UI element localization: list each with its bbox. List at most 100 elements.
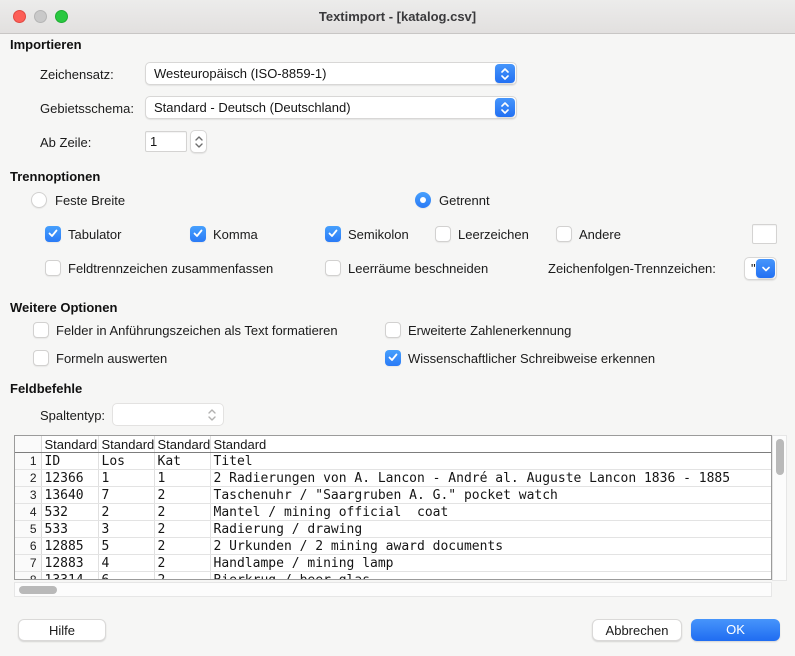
komma-checkbox[interactable]: [190, 226, 206, 242]
komma-label[interactable]: Komma: [213, 227, 258, 242]
row-number: 6: [15, 538, 41, 555]
up-down-chevron-icon: [194, 134, 204, 150]
table-cell: 1: [98, 470, 154, 487]
erweiterte-zahlenerkennung-checkbox[interactable]: [385, 322, 401, 338]
feldtrennzeichen-zusammenfassen-checkbox[interactable]: [45, 260, 61, 276]
formeln-auswerten-checkbox[interactable]: [33, 350, 49, 366]
table-cell: 7: [98, 487, 154, 504]
preview-table-body: 1IDLosKatTitel212366112 Radierungen von …: [15, 453, 772, 581]
csv-preview-table[interactable]: StandardStandardStandardStandard 1IDLosK…: [14, 435, 772, 580]
up-down-chevron-icon: [495, 98, 515, 117]
felder-als-text-checkbox[interactable]: [33, 322, 49, 338]
leerzeichen-checkbox[interactable]: [435, 226, 451, 242]
semikolon-label[interactable]: Semikolon: [348, 227, 409, 242]
table-cell: 12885: [41, 538, 98, 555]
erweiterte-zahlenerkennung-label[interactable]: Erweiterte Zahlenerkennung: [408, 323, 571, 338]
gebietsschema-dropdown[interactable]: Standard - Deutsch (Deutschland): [145, 96, 517, 119]
section-feldbefehle-heading: Feldbefehle: [10, 381, 82, 396]
table-cell: 2: [154, 521, 210, 538]
table-cell: 2: [154, 572, 210, 581]
row-number: 3: [15, 487, 41, 504]
table-cell: 533: [41, 521, 98, 538]
row-number: 7: [15, 555, 41, 572]
leerzeichen-label[interactable]: Leerzeichen: [458, 227, 529, 242]
table-cell: Kat: [154, 453, 210, 470]
table-row: 212366112 Radierungen von A. Lancon - An…: [15, 470, 772, 487]
corner-cell: [15, 436, 41, 453]
table-cell: Bierkrug / beer glas: [210, 572, 772, 581]
table-row: 453222Mantel / mining official coat: [15, 504, 772, 521]
leerraeume-beschneiden-checkbox[interactable]: [325, 260, 341, 276]
row-number: 8: [15, 572, 41, 581]
row-number: 4: [15, 504, 41, 521]
table-cell: Handlampe / mining lamp: [210, 555, 772, 572]
vertical-scrollbar-thumb[interactable]: [776, 439, 784, 475]
up-down-chevron-icon: [203, 405, 221, 424]
help-button[interactable]: Hilfe: [18, 619, 106, 641]
ok-button[interactable]: OK: [691, 619, 780, 641]
zeichensatz-label: Zeichensatz:: [40, 67, 114, 82]
semikolon-checkbox[interactable]: [325, 226, 341, 242]
andere-label[interactable]: Andere: [579, 227, 621, 242]
horizontal-scrollbar[interactable]: [14, 582, 772, 597]
table-cell: 2 Urkunden / 2 mining award documents: [210, 538, 772, 555]
up-down-chevron-icon: [495, 64, 515, 83]
spaltentyp-label: Spaltentyp:: [40, 408, 105, 423]
zeichenfolgen-trennzeichen-combo[interactable]: ": [744, 257, 777, 280]
formeln-auswerten-label[interactable]: Formeln auswerten: [56, 351, 167, 366]
table-cell: 12366: [41, 470, 98, 487]
column-type-header[interactable]: Standard: [41, 436, 98, 453]
table-cell: 6: [98, 572, 154, 581]
zeichensatz-dropdown[interactable]: Westeuropäisch (ISO-8859-1): [145, 62, 517, 85]
table-cell: Radierung / drawing: [210, 521, 772, 538]
ab-zeile-stepper[interactable]: [190, 130, 207, 153]
wissenschaftliche-schreibweise-checkbox[interactable]: [385, 350, 401, 366]
tabulator-label[interactable]: Tabulator: [68, 227, 121, 242]
column-type-header[interactable]: Standard: [98, 436, 154, 453]
spaltentyp-value: [121, 404, 197, 425]
table-row: 553332Radierung / drawing: [15, 521, 772, 538]
table-cell: 5: [98, 538, 154, 555]
zeichensatz-value: Westeuropäisch (ISO-8859-1): [154, 63, 490, 84]
felder-als-text-label[interactable]: Felder in Anführungszeichen als Text for…: [56, 323, 338, 338]
section-importieren-heading: Importieren: [10, 37, 82, 52]
table-cell: Mantel / mining official coat: [210, 504, 772, 521]
titlebar: Textimport - [katalog.csv]: [0, 0, 795, 34]
gebietsschema-value: Standard - Deutsch (Deutschland): [154, 97, 490, 118]
ab-zeile-input[interactable]: 1: [145, 131, 187, 152]
table-row: 31364072Taschenuhr / "Saargruben A. G." …: [15, 487, 772, 504]
table-cell: 532: [41, 504, 98, 521]
wissenschaftliche-schreibweise-label[interactable]: Wissenschaftlicher Schreibweise erkennen: [408, 351, 655, 366]
column-type-header-row[interactable]: StandardStandardStandardStandard: [15, 436, 772, 453]
table-cell: Los: [98, 453, 154, 470]
getrennt-radio[interactable]: [415, 192, 431, 208]
tabulator-checkbox[interactable]: [45, 226, 61, 242]
textimport-dialog: { "titlebar": { "title": "Textimport - […: [0, 0, 795, 656]
row-number: 2: [15, 470, 41, 487]
table-cell: ID: [41, 453, 98, 470]
andere-delimiter-input[interactable]: [752, 224, 777, 244]
spaltentyp-dropdown: [112, 403, 224, 426]
table-cell: 2: [98, 504, 154, 521]
andere-checkbox[interactable]: [556, 226, 572, 242]
gebietsschema-label: Gebietsschema:: [40, 101, 134, 116]
feste-breite-label[interactable]: Feste Breite: [55, 193, 125, 208]
table-cell: 2: [154, 555, 210, 572]
table-cell: 13314: [41, 572, 98, 581]
column-type-header[interactable]: Standard: [154, 436, 210, 453]
cancel-button[interactable]: Abbrechen: [592, 619, 682, 641]
zeichenfolgen-trennzeichen-value: ": [751, 259, 756, 279]
horizontal-scrollbar-thumb[interactable]: [19, 586, 57, 594]
feste-breite-radio[interactable]: [31, 192, 47, 208]
table-row: 612885522 Urkunden / 2 mining award docu…: [15, 538, 772, 555]
leerraeume-beschneiden-label[interactable]: Leerräume beschneiden: [348, 261, 488, 276]
feldtrennzeichen-zusammenfassen-label[interactable]: Feldtrennzeichen zusammenfassen: [68, 261, 273, 276]
getrennt-label[interactable]: Getrennt: [439, 193, 490, 208]
column-type-header[interactable]: Standard: [210, 436, 772, 453]
table-cell: Titel: [210, 453, 772, 470]
row-number: 5: [15, 521, 41, 538]
table-row: 71288342Handlampe / mining lamp: [15, 555, 772, 572]
vertical-scrollbar[interactable]: [772, 435, 787, 581]
table-cell: 3: [98, 521, 154, 538]
table-cell: 1: [154, 470, 210, 487]
